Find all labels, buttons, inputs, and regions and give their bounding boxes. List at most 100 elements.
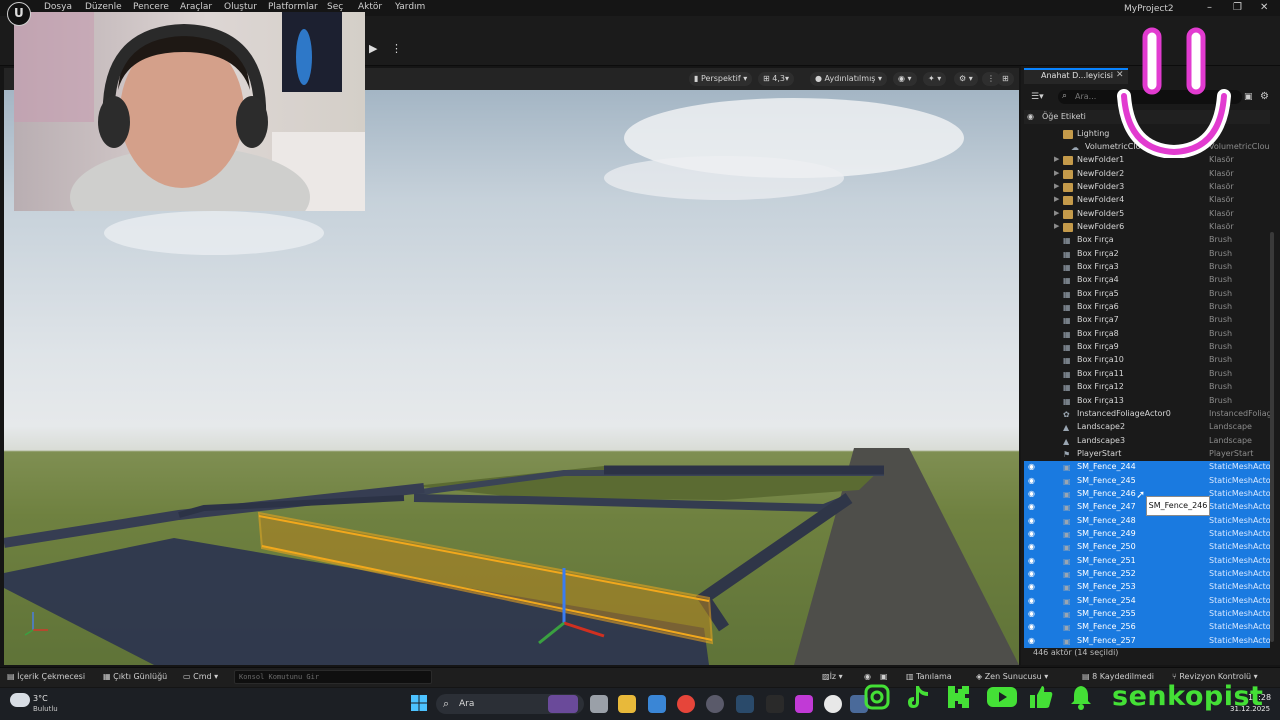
menu-actor[interactable]: Aktör [358, 2, 382, 12]
gear-icon[interactable]: ⚙ [1260, 91, 1269, 102]
steam-icon[interactable] [736, 695, 754, 713]
console-input[interactable]: Konsol Komutunu Gir [234, 670, 432, 684]
store-icon[interactable] [648, 695, 666, 713]
task-view-icon[interactable] [590, 695, 608, 713]
trace-dropdown[interactable]: ▨İz ▾ [822, 672, 843, 681]
chrome-icon[interactable] [677, 695, 695, 713]
zen-server-button[interactable]: ◈ Zen Sunucusu ▾ [976, 672, 1048, 681]
screenshot-icon[interactable]: ▣ [880, 672, 888, 681]
outliner-row[interactable]: ▦ Box Fırça3 Brush [1024, 261, 1270, 274]
obs-icon[interactable] [795, 695, 813, 713]
menu-edit[interactable]: Düzenle [85, 2, 122, 12]
outliner-row[interactable]: ◉ ▣ SM_Fence_255 StaticMeshActo [1024, 608, 1270, 622]
outliner-row[interactable]: ◉ ▣ SM_Fence_252 StaticMeshActo [1024, 568, 1270, 582]
outliner-row[interactable]: ◉ ▣ SM_Fence_250 StaticMeshActo [1024, 541, 1270, 555]
visibility-eye-icon[interactable]: ◉ [1028, 596, 1035, 605]
outliner-row[interactable]: ▶ NewFolder3 Klasör [1024, 181, 1270, 194]
outliner-row[interactable]: ▶ NewFolder4 Klasör [1024, 194, 1270, 207]
camera-dropdown[interactable]: ✦ ▾ [923, 72, 947, 86]
outliner-row[interactable]: ▲ Landscape2 Landscape [1024, 421, 1270, 434]
weather-description[interactable]: Bulutlu [33, 705, 58, 713]
visibility-eye-icon[interactable]: ◉ [1028, 542, 1035, 551]
play-options-icon[interactable]: ⋮ [391, 42, 402, 55]
outliner-row[interactable]: ◉ ▣ SM_Fence_249 StaticMeshActo [1024, 528, 1270, 542]
expand-arrow-icon[interactable]: ▶ [1054, 195, 1059, 203]
menu-select[interactable]: Seç [327, 2, 343, 12]
expand-arrow-icon[interactable]: ▶ [1054, 182, 1059, 190]
visibility-eye-icon[interactable]: ◉ [1028, 489, 1035, 498]
add-folder-icon[interactable]: ▣ [1244, 92, 1253, 102]
outliner-row[interactable]: ▦ Box Fırça13 Brush [1024, 395, 1270, 408]
maximize-button[interactable]: ❐ [1233, 2, 1242, 13]
unreal-logo[interactable]: U [7, 2, 31, 26]
record-icon[interactable]: ◉ [864, 672, 871, 681]
menu-build[interactable]: Oluştur [224, 2, 257, 12]
outliner-row[interactable]: ▦ Box Fırça Brush [1024, 234, 1270, 247]
show-dropdown[interactable]: ◉ ▾ [893, 72, 917, 86]
outliner-row[interactable]: ▦ Box Fırça5 Brush [1024, 288, 1270, 301]
expand-arrow-icon[interactable]: ▶ [1054, 209, 1059, 217]
outliner-row[interactable]: ▦ Box Fırça4 Brush [1024, 274, 1270, 287]
outliner-row[interactable]: ◉ ▣ SM_Fence_253 StaticMeshActo [1024, 581, 1270, 595]
layout-button[interactable]: ⊞ [997, 72, 1014, 86]
menu-window[interactable]: Pencere [133, 2, 169, 12]
revision-control-button[interactable]: ⑂ Revizyon Kontrolü ▾ [1172, 672, 1258, 681]
output-log-button[interactable]: ▦ Çıktı Günlüğü [103, 672, 167, 681]
visibility-eye-icon[interactable]: ◉ [1028, 569, 1035, 578]
filter-icon[interactable]: ☰▾ [1031, 92, 1044, 102]
visibility-eye-icon[interactable]: ◉ [1028, 636, 1035, 645]
weather-temperature[interactable]: 3°C [33, 694, 48, 703]
outliner-row[interactable]: ▦ Box Fırça10 Brush [1024, 354, 1270, 367]
lighting-dropdown[interactable]: ● Aydınlatılmış ▾ [810, 72, 888, 86]
outliner-row[interactable]: ▦ Box Fırça8 Brush [1024, 328, 1270, 341]
visibility-eye-icon[interactable]: ◉ [1028, 529, 1035, 538]
visibility-eye-icon[interactable]: ◉ [1028, 556, 1035, 565]
visibility-eye-icon[interactable]: ◉ [1028, 582, 1035, 591]
outliner-row[interactable]: ◉ ▣ SM_Fence_251 StaticMeshActo [1024, 554, 1270, 569]
weather-icon[interactable] [10, 693, 30, 707]
outliner-row[interactable]: ▦ Box Fırça9 Brush [1024, 341, 1270, 354]
outliner-row[interactable]: ▶ NewFolder2 Klasör [1024, 168, 1270, 181]
outliner-row[interactable]: ⚑ PlayerStart PlayerStart [1024, 448, 1270, 461]
perspective-dropdown[interactable]: ▮ Perspektif ▾ [689, 72, 753, 86]
outliner-row[interactable]: ▶ NewFolder6 Klasör [1024, 221, 1270, 234]
outliner-row[interactable]: ◉ ▣ SM_Fence_245 StaticMeshActo [1024, 474, 1270, 488]
expand-arrow-icon[interactable]: ▶ [1054, 155, 1059, 163]
github-icon[interactable] [706, 695, 724, 713]
outliner-row[interactable]: ✿ InstancedFoliageActor0 InstancedFoliag [1024, 408, 1270, 421]
visibility-eye-icon[interactable]: ◉ [1028, 502, 1035, 511]
cmd-dropdown[interactable]: ▭ Cmd ▾ [183, 672, 218, 681]
expand-arrow-icon[interactable]: ▶ [1054, 169, 1059, 177]
outliner-row[interactable]: ▦ Box Fırça6 Brush [1024, 301, 1270, 314]
outliner-row[interactable]: ▦ Box Fırça2 Brush [1024, 248, 1270, 261]
diagnostics-button[interactable]: ▥ Tanılama [906, 672, 952, 681]
outliner-row[interactable]: ▦ Box Fırça7 Brush [1024, 314, 1270, 327]
menu-help[interactable]: Yardım [395, 2, 425, 12]
file-explorer-icon[interactable] [618, 695, 636, 713]
item-label-header[interactable]: Öğe Etiketi [1042, 112, 1086, 121]
outliner-row[interactable]: ▲ Landscape3 Landscape [1024, 435, 1270, 448]
outliner-row[interactable]: ◉ ▣ SM_Fence_248 StaticMeshActo [1024, 514, 1270, 528]
outliner-row[interactable]: ▦ Box Fırça11 Brush [1024, 368, 1270, 381]
content-drawer-button[interactable]: ▤ İçerik Çekmecesi [7, 672, 85, 681]
menu-platforms[interactable]: Platformlar [268, 2, 318, 12]
outliner-row[interactable]: ◉ ▣ SM_Fence_244 StaticMeshActo [1024, 461, 1270, 475]
outliner-row[interactable]: ▦ Box Fırça12 Brush [1024, 381, 1270, 394]
settings-dropdown[interactable]: ⚙ ▾ [954, 72, 978, 86]
outliner-row[interactable]: ▶ NewFolder5 Klasör [1024, 208, 1270, 221]
visibility-eye-icon[interactable]: ◉ [1028, 609, 1035, 618]
outliner-row[interactable]: ◉ ▣ SM_Fence_257 StaticMeshActo [1024, 634, 1270, 649]
epic-games-icon[interactable] [766, 695, 784, 713]
outliner-row[interactable]: ◉ ▣ SM_Fence_256 StaticMeshActo [1024, 621, 1270, 635]
outliner-scrollbar[interactable] [1270, 232, 1274, 642]
minimize-button[interactable]: – [1207, 2, 1212, 13]
unsaved-button[interactable]: ▤ 8 Kaydedilmedi [1082, 672, 1154, 681]
visibility-eye-icon[interactable]: ◉ [1028, 516, 1035, 525]
visibility-eye-icon[interactable]: ◉ [1028, 476, 1035, 485]
play-icon[interactable]: ▶ [369, 42, 383, 56]
windows-start-icon[interactable] [411, 695, 427, 711]
visibility-eye-icon[interactable]: ◉ [1028, 462, 1035, 471]
visibility-eye-icon[interactable]: ◉ [1028, 622, 1035, 631]
menu-tools[interactable]: Araçlar [180, 2, 212, 12]
grid-dropdown[interactable]: ⊞ 4,3▾ [758, 72, 794, 86]
